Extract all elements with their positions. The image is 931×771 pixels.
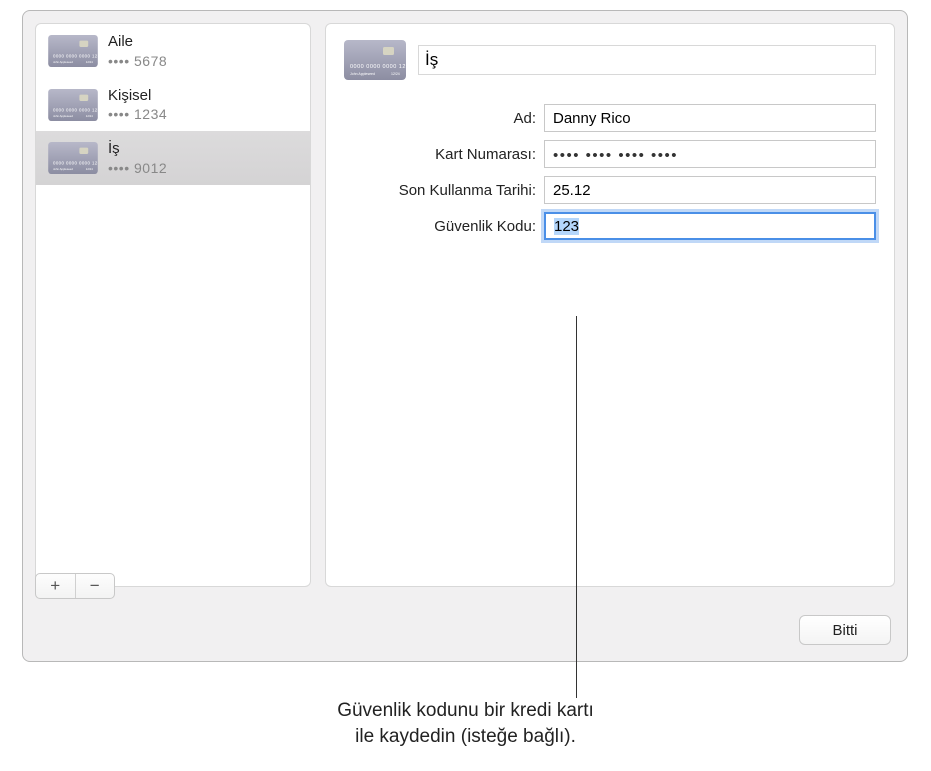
svg-text:John Appleseed: John Appleseed	[53, 114, 73, 118]
input-card-number[interactable]: •••• •••• •••• ••••	[544, 140, 876, 168]
form-rows: Ad: Kart Numarası: •••• •••• •••• •••• S…	[344, 104, 876, 240]
card-large-icon: 0000 0000 0000 1234 John Appleseed 12/24	[344, 40, 406, 80]
sidebar-card-item[interactable]: 0000 0000 0000 1234 John Appleseed 12/24…	[36, 24, 310, 78]
card-item-name: Aile	[108, 32, 167, 52]
svg-text:John Appleseed: John Appleseed	[350, 72, 375, 76]
svg-text:12/24: 12/24	[391, 72, 400, 76]
svg-text:12/24: 12/24	[86, 167, 93, 171]
svg-text:12/24: 12/24	[86, 114, 93, 118]
card-info: Aile •••• 5678	[108, 32, 167, 70]
card-sidebar: 0000 0000 0000 1234 John Appleseed 12/24…	[35, 23, 311, 587]
label-number: Kart Numarası:	[344, 146, 536, 163]
add-card-button[interactable]: +	[36, 574, 75, 598]
sidebar-card-item[interactable]: 0000 0000 0000 1234 John Appleseed 12/24…	[36, 78, 310, 132]
card-title-input[interactable]	[418, 45, 876, 75]
callout-text: Güvenlik kodunu bir kredi kartıile kayde…	[0, 698, 931, 749]
svg-text:12/24: 12/24	[86, 60, 93, 64]
card-title-row: 0000 0000 0000 1234 John Appleseed 12/24	[344, 40, 876, 80]
card-item-name: İş	[108, 139, 167, 159]
card-list: 0000 0000 0000 1234 John Appleseed 12/24…	[36, 24, 310, 586]
remove-card-button[interactable]: −	[76, 574, 115, 598]
label-security: Güvenlik Kodu:	[344, 218, 536, 235]
svg-text:John Appleseed: John Appleseed	[53, 167, 73, 171]
row-name: Ad:	[344, 104, 876, 132]
card-info: İş •••• 9012	[108, 139, 167, 177]
card-item-name: Kişisel	[108, 86, 167, 106]
card-info: Kişisel •••• 1234	[108, 86, 167, 124]
input-security-code[interactable]	[544, 212, 876, 240]
row-security: Güvenlik Kodu:	[344, 212, 876, 240]
label-expiry: Son Kullanma Tarihi:	[344, 182, 536, 199]
svg-text:0000 0000 0000 1234: 0000 0000 0000 1234	[53, 107, 98, 112]
card-mini-icon: 0000 0000 0000 1234 John Appleseed 12/24	[48, 35, 98, 67]
card-detail-panel: 0000 0000 0000 1234 John Appleseed 12/24…	[325, 23, 895, 587]
sidebar-card-item[interactable]: 0000 0000 0000 1234 John Appleseed 12/24…	[36, 131, 310, 185]
card-item-masked-number: •••• 5678	[108, 52, 167, 70]
callout-leader-line	[576, 316, 577, 698]
svg-text:John Appleseed: John Appleseed	[53, 60, 73, 64]
svg-text:0000 0000 0000 1234: 0000 0000 0000 1234	[53, 161, 98, 166]
card-item-masked-number: •••• 9012	[108, 159, 167, 177]
card-mini-icon: 0000 0000 0000 1234 John Appleseed 12/24	[48, 142, 98, 174]
done-button[interactable]: Bitti	[799, 615, 891, 645]
svg-text:0000 0000 0000 1234: 0000 0000 0000 1234	[350, 64, 406, 70]
input-cardholder-name[interactable]	[544, 104, 876, 132]
row-number: Kart Numarası: •••• •••• •••• ••••	[344, 140, 876, 168]
sidebar-footer-buttons: + −	[35, 573, 115, 599]
svg-text:0000 0000 0000 1234: 0000 0000 0000 1234	[53, 53, 98, 58]
card-item-masked-number: •••• 1234	[108, 105, 167, 123]
input-expiry-date[interactable]	[544, 176, 876, 204]
credit-cards-window: 0000 0000 0000 1234 John Appleseed 12/24…	[22, 10, 908, 662]
label-name: Ad:	[344, 110, 536, 127]
card-mini-icon: 0000 0000 0000 1234 John Appleseed 12/24	[48, 89, 98, 121]
row-expiry: Son Kullanma Tarihi:	[344, 176, 876, 204]
content-area: 0000 0000 0000 1234 John Appleseed 12/24…	[23, 11, 907, 599]
